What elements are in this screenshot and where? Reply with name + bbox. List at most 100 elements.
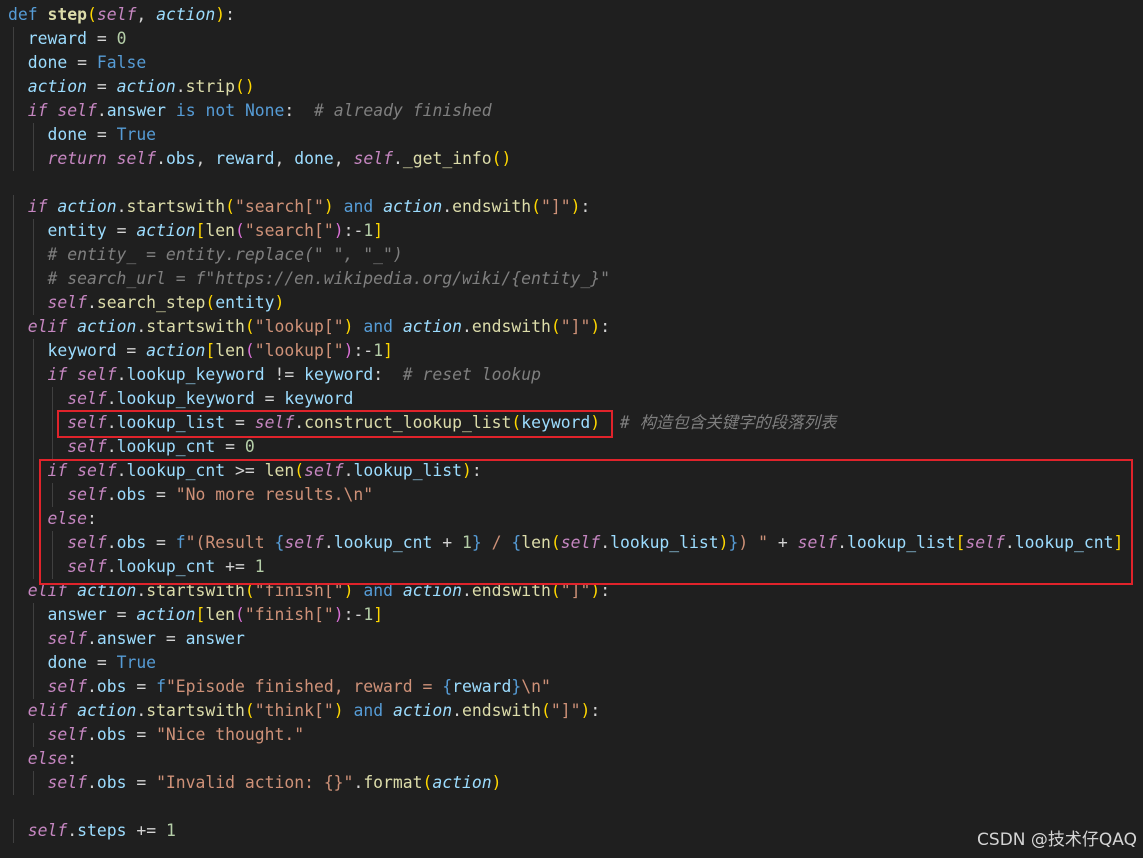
indent-guide <box>32 291 34 315</box>
indent-guide <box>12 411 14 435</box>
code-line: if self.lookup_keyword != keyword: # res… <box>8 363 1143 387</box>
indent-guide <box>32 435 34 459</box>
indent-guide <box>12 627 14 651</box>
indent-guide <box>12 579 14 603</box>
indent-guide <box>32 363 34 387</box>
indent-guide <box>52 435 54 459</box>
code-text: self.steps += 1 <box>27 821 176 840</box>
indent-guide <box>32 675 34 699</box>
indent-guide <box>12 531 14 555</box>
code-line: reward = 0 <box>8 27 1143 51</box>
code-line: self.steps += 1 <box>8 819 1143 843</box>
indent-guide <box>32 267 34 291</box>
code-text: self.search_step(entity) <box>47 293 285 312</box>
code-line: if self.lookup_cnt >= len(self.lookup_li… <box>8 459 1143 483</box>
indent-guide <box>32 483 34 507</box>
code-text: self.lookup_keyword = keyword <box>67 389 354 408</box>
indent-guide <box>12 291 14 315</box>
indent-guide <box>32 459 34 483</box>
indent-guide <box>32 627 34 651</box>
code-line: if action.startswith("search[") and acti… <box>8 195 1143 219</box>
indent-guide <box>12 219 14 243</box>
code-text: self.answer = answer <box>47 629 245 648</box>
indent-guide <box>12 195 14 219</box>
code-line: self.lookup_keyword = keyword <box>8 387 1143 411</box>
code-text: self.obs = "Invalid action: {}".format(a… <box>47 773 502 792</box>
code-line: return self.obs, reward, done, self._get… <box>8 147 1143 171</box>
indent-guide <box>52 531 54 555</box>
indent-guide <box>12 483 14 507</box>
code-text: elif action.startswith("think[") and act… <box>27 701 601 720</box>
code-text: self.lookup_cnt = 0 <box>67 437 255 456</box>
indent-guide <box>32 723 34 747</box>
code-line: def step(self, action): <box>8 3 1143 27</box>
code-text: else: <box>47 509 97 528</box>
code-line: self.answer = answer <box>8 627 1143 651</box>
indent-guide <box>12 699 14 723</box>
indent-guide <box>12 51 14 75</box>
code-line: self.obs = "No more results.\n" <box>8 483 1143 507</box>
indent-guide <box>12 147 14 171</box>
indent-guide <box>32 603 34 627</box>
indent-guide <box>12 435 14 459</box>
code-line: elif action.startswith("think[") and act… <box>8 699 1143 723</box>
code-line: else: <box>8 747 1143 771</box>
code-text: if self.lookup_keyword != keyword: # res… <box>47 365 541 384</box>
indent-guide <box>52 483 54 507</box>
indent-guide <box>32 147 34 171</box>
code-line: done = False <box>8 51 1143 75</box>
code-line: self.obs = "Invalid action: {}".format(a… <box>8 771 1143 795</box>
code-text: self.obs = f"Episode finished, reward = … <box>47 677 551 696</box>
indent-guide <box>52 555 54 579</box>
code-text: entity = action[len("search["):-1] <box>47 221 384 240</box>
code-line: if self.answer is not None: # already fi… <box>8 99 1143 123</box>
code-text: reward = 0 <box>27 29 127 48</box>
indent-guide <box>12 99 14 123</box>
indent-guide <box>32 123 34 147</box>
code-line: self.lookup_cnt += 1 <box>8 555 1143 579</box>
code-editor[interactable]: def step(self, action): reward = 0 done … <box>0 0 1143 858</box>
code-text: if self.lookup_cnt >= len(self.lookup_li… <box>47 461 482 480</box>
code-text: if action.startswith("search[") and acti… <box>27 197 591 216</box>
code-text: # entity_ = entity.replace(" ", "_") <box>47 245 403 264</box>
code-text: else: <box>27 749 78 768</box>
indent-guide <box>12 819 14 843</box>
code-text: keyword = action[len("lookup["):-1] <box>47 341 393 360</box>
indent-guide <box>12 675 14 699</box>
code-text: done = True <box>47 653 157 672</box>
indent-guide <box>12 243 14 267</box>
indent-guide <box>12 339 14 363</box>
code-line: self.lookup_cnt = 0 <box>8 435 1143 459</box>
indent-guide <box>32 387 34 411</box>
indent-guide <box>12 27 14 51</box>
indent-guide <box>12 747 14 771</box>
code-line: done = True <box>8 651 1143 675</box>
indent-guide <box>12 555 14 579</box>
code-text: def step(self, action): <box>8 5 236 24</box>
code-line: self.lookup_list = self.construct_lookup… <box>8 411 1143 435</box>
indent-guide <box>32 243 34 267</box>
indent-guide <box>12 459 14 483</box>
indent-guide <box>32 555 34 579</box>
code-text: if self.answer is not None: # already fi… <box>27 101 492 120</box>
code-line: # entity_ = entity.replace(" ", "_") <box>8 243 1143 267</box>
code-text: done = True <box>47 125 157 144</box>
code-line: self.obs = "Nice thought." <box>8 723 1143 747</box>
indent-guide <box>12 603 14 627</box>
indent-guide <box>52 387 54 411</box>
code-text: self.obs = f"(Result {self.lookup_cnt + … <box>67 533 1124 552</box>
indent-guide <box>32 531 34 555</box>
code-text: elif action.startswith("finish[") and ac… <box>27 581 611 600</box>
indent-guide <box>32 411 34 435</box>
code-text: answer = action[len("finish["):-1] <box>47 605 384 624</box>
code-text: elif action.startswith("lookup[") and ac… <box>27 317 611 336</box>
code-line: elif action.startswith("lookup[") and ac… <box>8 315 1143 339</box>
code-text: self.obs = "Nice thought." <box>47 725 305 744</box>
indent-guide <box>12 123 14 147</box>
indent-guide <box>12 315 14 339</box>
indent-guide <box>32 651 34 675</box>
code-line: action = action.strip() <box>8 75 1143 99</box>
code-line: else: <box>8 507 1143 531</box>
